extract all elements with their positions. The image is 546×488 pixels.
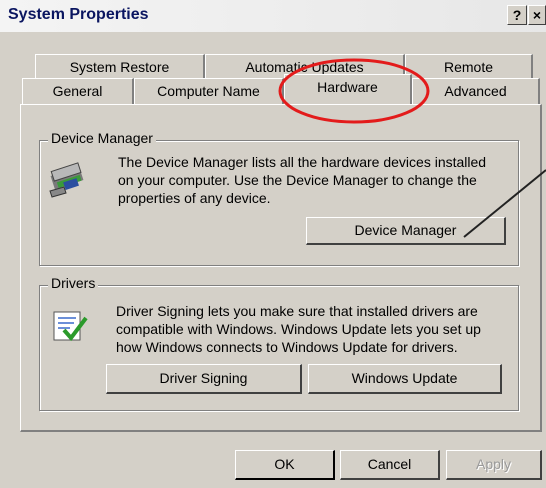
close-icon: × [532, 7, 542, 23]
window-title: System Properties [8, 6, 149, 23]
button-label: Driver Signing [159, 370, 248, 386]
help-icon: ? [512, 7, 522, 23]
description-line: how Windows connects to Windows Update f… [116, 339, 458, 355]
device-manager-button[interactable]: Device Manager [306, 217, 506, 245]
tab-label: Hardware [317, 79, 378, 95]
description-line: properties of any device. [118, 190, 271, 206]
tab-general[interactable]: General [22, 78, 134, 104]
tab-computer-name[interactable]: Computer Name [134, 78, 284, 104]
driver-signing-button[interactable]: Driver Signing [106, 364, 302, 394]
tab-hardware[interactable]: Hardware [284, 74, 412, 104]
tab-label: Automatic Updates [245, 59, 364, 75]
drivers-group-label: Drivers [48, 275, 99, 291]
button-label: Cancel [367, 456, 412, 472]
tab-label: Computer Name [157, 83, 260, 99]
tab-remote[interactable]: Remote [405, 54, 533, 80]
description-line: compatible with Windows. Windows Update … [116, 321, 481, 337]
device-manager-group-label: Device Manager [48, 130, 156, 146]
driver-signing-icon [53, 311, 88, 342]
system-properties-window: System Properties ? × System Restore Aut… [0, 0, 546, 488]
apply-button[interactable]: Apply [446, 450, 542, 480]
description-line: Driver Signing lets you make sure that i… [116, 303, 478, 319]
tab-label: System Restore [69, 59, 170, 75]
description-line: The Device Manager lists all the hardwar… [118, 154, 487, 170]
button-label: Device Manager [354, 222, 457, 238]
hardware-tab-panel: Device Manager The Device Manager lists … [20, 104, 542, 432]
button-label: Apply [475, 456, 512, 472]
button-label: OK [274, 456, 295, 472]
help-button[interactable]: ? [507, 5, 527, 25]
tab-label: General [52, 83, 103, 99]
drivers-group: Drivers Driver Signing lets you make sur… [39, 275, 519, 411]
device-manager-description: The Device Manager lists all the hardwar… [118, 153, 518, 207]
device-manager-icon [49, 162, 84, 198]
tab-system-restore[interactable]: System Restore [35, 54, 205, 80]
windows-update-button[interactable]: Windows Update [308, 364, 502, 394]
drivers-description: Driver Signing lets you make sure that i… [116, 302, 516, 356]
tab-advanced[interactable]: Advanced [412, 78, 540, 104]
close-button[interactable]: × [528, 5, 546, 25]
ok-button[interactable]: OK [235, 450, 335, 480]
device-manager-group: Device Manager The Device Manager lists … [39, 130, 519, 266]
tab-label: Remote [443, 59, 494, 75]
button-label: Windows Update [351, 370, 458, 386]
description-line: on your computer. Use the Device Manager… [118, 172, 477, 188]
cancel-button[interactable]: Cancel [340, 450, 440, 480]
tab-label: Advanced [444, 83, 507, 99]
title-bar: System Properties ? × [0, 0, 546, 32]
